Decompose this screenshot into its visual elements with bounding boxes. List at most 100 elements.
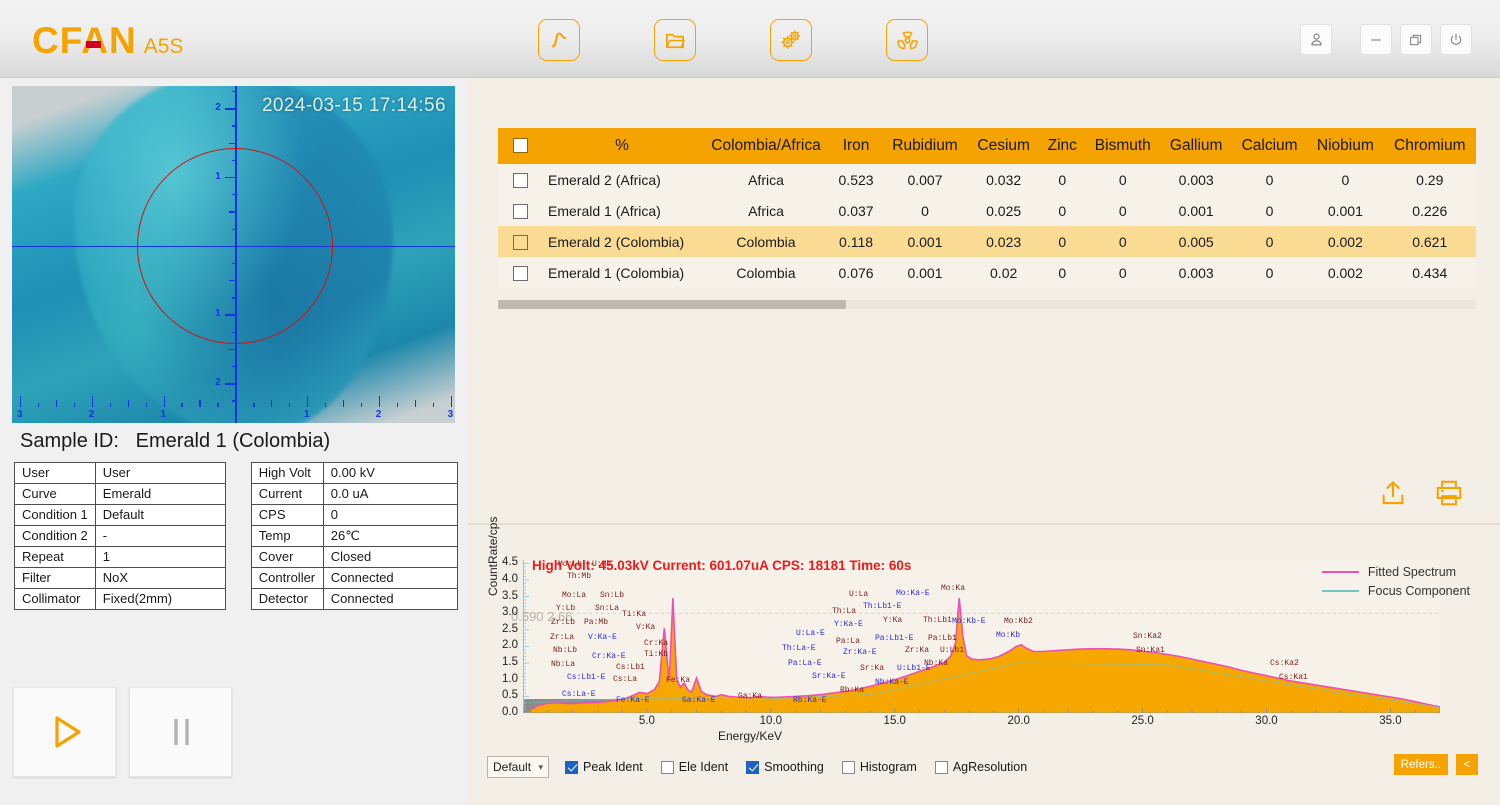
peak-label: Cr:Ka-E <box>592 652 626 661</box>
checkbox-box[interactable] <box>746 760 760 774</box>
print-button[interactable] <box>1434 478 1464 513</box>
sample-id-value: Emerald 1 (Colombia) <box>135 430 331 452</box>
row-origin: Colombia <box>736 264 796 281</box>
table-row[interactable]: Emerald 1 (Colombia) Colombia 0.076 0.001 0.… <box>498 257 1476 288</box>
table-row[interactable]: Emerald 2 (Colombia) Colombia 0.118 0.001 0.… <box>498 226 1476 257</box>
open-file-button[interactable] <box>654 19 696 61</box>
ruler-tick-y <box>225 176 237 179</box>
info-key: High Volt <box>250 462 324 484</box>
row-value: 0 <box>1058 264 1067 281</box>
row-checkbox-cell[interactable] <box>498 195 542 226</box>
checkbox-smoothing[interactable]: Smoothing <box>746 760 824 774</box>
info-tables: User User Curve Emerald Condition 1 Default Co… <box>14 462 458 610</box>
checkbox-ele-ident[interactable]: Ele Ident <box>660 760 728 774</box>
checkbox-agresolution[interactable]: AgResolution <box>934 760 1027 774</box>
row-checkbox-cell[interactable] <box>498 257 542 288</box>
sample-camera-view[interactable]: 2024-03-15 17:14:56 3 2 1 1 2 3 2 1 1 2 <box>12 86 455 423</box>
spectrum-curve-button[interactable] <box>538 19 580 61</box>
spectrum-legend: Fitted Spectrum Focus Component <box>1321 562 1470 600</box>
column-header: Cesium <box>967 128 1040 164</box>
info-row: Current 0.0 uA <box>250 483 458 505</box>
upload-export-icon <box>1382 481 1404 505</box>
user-button[interactable] <box>1300 24 1332 55</box>
scrollbar-thumb[interactable] <box>498 300 846 309</box>
ruler-label-y: 1 <box>215 308 221 320</box>
collapse-button[interactable]: < <box>1456 754 1478 775</box>
row-checkbox-cell[interactable] <box>498 164 542 195</box>
ruler-tick-y <box>229 348 237 351</box>
y-tick-label: 3.0 <box>502 606 518 619</box>
peak-label: Rb:Ka-E <box>793 696 827 705</box>
ruler-label-x: 2 <box>375 409 382 420</box>
brand-model: A5S <box>143 35 184 58</box>
info-key: CPS <box>250 504 324 526</box>
y-tick-label: 2.5 <box>502 622 518 635</box>
preset-select[interactable]: Default ▾ <box>487 756 549 778</box>
ruler-tick-y <box>229 211 237 213</box>
row-value: 0.003 <box>1178 171 1214 188</box>
export-button[interactable] <box>1378 478 1408 513</box>
legend-item-fitted: Fitted Spectrum <box>1321 562 1470 581</box>
peak-label: Ti:Kb <box>644 650 669 659</box>
settings-button[interactable] <box>770 19 812 61</box>
row-checkbox-cell[interactable] <box>498 226 542 257</box>
row-origin: Colombia <box>736 233 796 250</box>
checkbox-box[interactable] <box>934 760 948 774</box>
row-value: 0.001 <box>1327 202 1363 219</box>
checkbox-box[interactable] <box>841 760 855 774</box>
info-key: Condition 1 <box>14 504 96 526</box>
gears-settings-icon <box>781 30 801 49</box>
info-value: Connected <box>322 588 458 610</box>
row-value: 0.007 <box>907 171 943 188</box>
select-all-checkbox[interactable] <box>512 138 528 154</box>
radiation-button[interactable] <box>886 19 928 61</box>
row-value: 0.005 <box>1178 233 1214 250</box>
row-checkbox[interactable] <box>512 234 528 250</box>
info-value: - <box>94 525 226 547</box>
restore-icon <box>1410 34 1422 45</box>
spectrum-curve-icon <box>551 32 567 48</box>
power-button[interactable] <box>1440 24 1472 55</box>
result-actions <box>1378 478 1464 513</box>
row-value: 0.118 <box>839 233 874 250</box>
peak-label: Ga:Ka-E <box>682 696 716 705</box>
ruler-tick-x <box>289 403 291 407</box>
table-row[interactable]: Emerald 1 (Africa) Africa 0.037 0 0.025 0 0 0.0… <box>498 195 1476 226</box>
results-horizontal-scrollbar[interactable] <box>498 300 1476 309</box>
refers-button[interactable]: Refers.. <box>1393 754 1448 775</box>
ruler-tick-y <box>232 400 237 402</box>
row-value: 0 <box>1265 202 1274 219</box>
checkbox-peak-ident[interactable]: Peak Ident <box>565 760 643 774</box>
checkbox-histogram[interactable]: Histogram <box>841 760 917 774</box>
info-key: Cover <box>250 546 324 568</box>
chevron-down-icon: ▾ <box>538 761 543 772</box>
peak-label: Mo:Ka <box>941 584 966 593</box>
row-checkbox[interactable] <box>512 265 528 281</box>
brand-name: CFAN <box>32 20 137 61</box>
results-table-container: % Colombia/Africa Iron Rubidium Cesium Zinc Bi… <box>498 128 1476 288</box>
row-value: 0 <box>1265 171 1274 188</box>
restore-button[interactable] <box>1400 24 1432 55</box>
legend-item-focus: Focus Component <box>1321 581 1470 600</box>
row-value: 0 <box>1118 264 1127 281</box>
table-row[interactable]: Emerald 2 (Africa) Africa 0.523 0.007 0.032 0… <box>498 164 1476 195</box>
spectrum-plot[interactable] <box>523 560 1440 713</box>
checkbox-box[interactable] <box>565 760 578 774</box>
peak-label: V:Ka-E <box>588 633 617 642</box>
row-value: 0.002 <box>1327 233 1363 250</box>
ruler-tick-x <box>127 400 129 407</box>
row-value: 0 <box>1118 233 1127 250</box>
spectrum-right-buttons: Refers.. < <box>1393 754 1478 775</box>
minimize-button[interactable] <box>1360 24 1392 55</box>
ruler-label-y: 2 <box>215 102 221 114</box>
ruler-tick-y <box>229 280 237 282</box>
checkbox-box[interactable] <box>660 760 674 774</box>
peak-label: Cr:Ka <box>644 639 669 648</box>
application-window: CFAN A5S 2024-03-15 17:14:56 3 2 1 1 2 3… <box>0 0 1500 805</box>
row-checkbox[interactable] <box>512 172 528 188</box>
y-tick-label: 0.5 <box>502 689 518 702</box>
row-checkbox[interactable] <box>512 203 528 219</box>
ruler-tick-x <box>432 403 434 407</box>
peak-label: Y:Ka <box>883 616 903 625</box>
info-key: Current <box>250 483 324 505</box>
